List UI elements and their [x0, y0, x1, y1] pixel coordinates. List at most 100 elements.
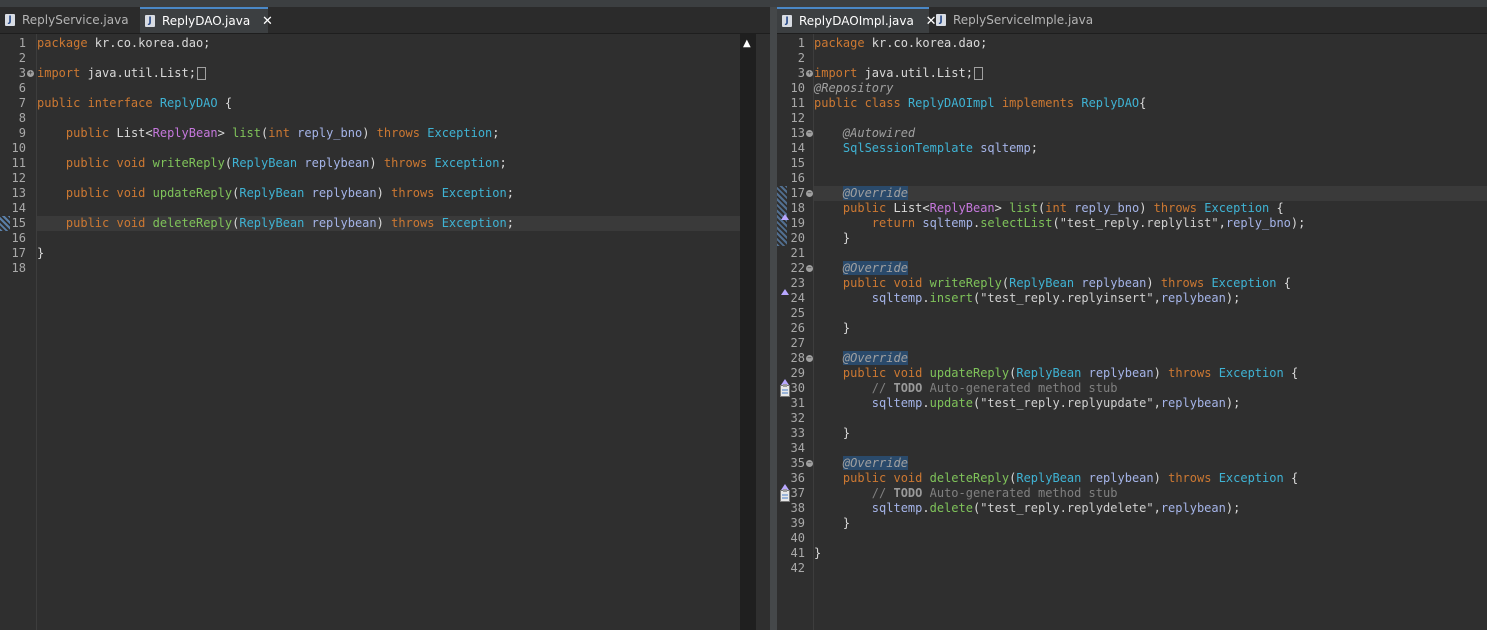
tab-label: ReplyService.java [22, 13, 129, 27]
code-line[interactable]: sqltemp.update("test_reply.replyupdate",… [814, 396, 1487, 411]
code-token: replybean [1160, 291, 1226, 305]
fold-expand-icon[interactable]: + [806, 70, 813, 77]
code-line[interactable] [814, 531, 1487, 546]
tab-replyservice[interactable]: J ReplyService.java [0, 7, 140, 33]
code-line[interactable]: } [814, 516, 1487, 531]
code-line[interactable]: @Override [814, 261, 1487, 276]
line-number: 12 [790, 111, 805, 125]
code-line[interactable]: @Override [814, 186, 1487, 201]
code-line[interactable]: } [37, 246, 740, 261]
code-line[interactable]: package kr.co.korea.dao; [37, 36, 740, 51]
line-number: 24 [790, 291, 805, 305]
close-icon[interactable]: ✕ [262, 10, 273, 34]
fold-collapse-icon[interactable]: − [806, 460, 813, 467]
code-line[interactable] [37, 51, 740, 66]
code-line[interactable] [37, 111, 740, 126]
code-line[interactable]: public List<ReplyBean> list(int reply_bn… [814, 201, 1487, 216]
code-line[interactable]: // TODO Auto-generated method stub [814, 381, 1487, 396]
left-code-area[interactable]: package kr.co.korea.dao; import java.util… [37, 34, 740, 630]
code-line[interactable]: public interface ReplyDAO { [37, 96, 740, 111]
fold-collapse-icon[interactable]: − [806, 265, 813, 272]
code-line[interactable]: @Override [814, 351, 1487, 366]
code-token: kr.co.korea.dao; [864, 36, 988, 50]
code-line[interactable]: SqlSessionTemplate sqltemp; [814, 141, 1487, 156]
code-line[interactable] [814, 306, 1487, 321]
line-number: 27 [790, 336, 805, 350]
folded-import-box-icon[interactable] [973, 67, 983, 80]
code-line[interactable] [37, 231, 740, 246]
code-line[interactable]: } [814, 546, 1487, 561]
code-line[interactable]: @Autowired [814, 126, 1487, 141]
code-line[interactable] [37, 141, 740, 156]
override-triangle-icon[interactable] [781, 280, 789, 295]
code-line[interactable] [37, 201, 740, 216]
code-line[interactable]: import java.util.List; [814, 66, 1487, 81]
tab-replydao[interactable]: J ReplyDAO.java ✕ [140, 7, 273, 33]
java-file-icon: J [936, 14, 946, 26]
code-line[interactable]: } [814, 231, 1487, 246]
line-number: 18 [11, 261, 26, 275]
code-line[interactable] [37, 261, 740, 276]
code-token: replybean [1160, 396, 1226, 410]
code-line[interactable]: sqltemp.insert("test_reply.replyinsert",… [814, 291, 1487, 306]
code-line[interactable]: return sqltemp.selectList("test_reply.re… [814, 216, 1487, 231]
code-line[interactable] [814, 336, 1487, 351]
task-clipboard-icon[interactable] [780, 487, 790, 502]
code-token: { [1283, 471, 1299, 485]
code-line[interactable] [814, 51, 1487, 66]
code-token: "test_reply.replyinsert" [980, 291, 1154, 305]
code-token: insert [929, 291, 973, 305]
code-line[interactable]: import java.util.List; [37, 66, 740, 81]
code-line[interactable]: public List<ReplyBean> list(int reply_bn… [37, 126, 740, 141]
code-line[interactable] [814, 171, 1487, 186]
code-token: public [65, 126, 110, 140]
tab-replydaoimpl[interactable]: J ReplyDAOImpl.java ✕ [777, 7, 937, 33]
code-line[interactable]: public class ReplyDAOImpl implements Rep… [814, 96, 1487, 111]
fold-collapse-icon[interactable]: − [806, 130, 813, 137]
code-line[interactable]: @Override [814, 456, 1487, 471]
code-token: // [871, 486, 894, 500]
task-clipboard-icon[interactable] [780, 382, 790, 397]
code-line[interactable]: public void deleteReply(ReplyBean replyb… [37, 216, 740, 231]
code-line[interactable] [814, 111, 1487, 126]
code-line[interactable]: // TODO Auto-generated method stub [814, 486, 1487, 501]
folded-import-box-icon[interactable] [196, 67, 206, 80]
left-code-editor[interactable]: 1 2 3 +6 7 8 9 10 11 12 13 14 15 16 17 18 package kr.co… [0, 34, 770, 630]
code-line[interactable] [814, 441, 1487, 456]
override-triangle-icon[interactable] [781, 370, 789, 385]
code-token: TODO [893, 486, 923, 500]
code-line[interactable]: public void deleteReply(ReplyBean replyb… [814, 471, 1487, 486]
code-line[interactable]: } [814, 321, 1487, 336]
code-line[interactable]: public void updateReply(ReplyBean replyb… [814, 366, 1487, 381]
tab-replyserviceimple[interactable]: J ReplyServiceImple.java [931, 7, 1093, 33]
code-line[interactable] [814, 246, 1487, 261]
right-code-area[interactable]: package kr.co.korea.dao; import java.util… [814, 34, 1487, 630]
editor-splitter[interactable] [770, 7, 777, 630]
right-code-editor[interactable]: 1 2 3 +10 11 12 13−14 15 16 17−18 19 20 21 22−23 24 25 2… [777, 34, 1487, 630]
code-line[interactable]: public void writeReply(ReplyBean replybe… [37, 156, 740, 171]
code-line[interactable]: public void writeReply(ReplyBean replybe… [814, 276, 1487, 291]
code-line[interactable]: } [814, 426, 1487, 441]
code-line[interactable] [37, 81, 740, 96]
left-vertical-scrollbar[interactable]: ▲ [740, 34, 756, 630]
code-line[interactable] [814, 156, 1487, 171]
fold-expand-icon[interactable]: + [27, 70, 34, 77]
code-line[interactable] [814, 411, 1487, 426]
fold-collapse-icon[interactable]: − [806, 355, 813, 362]
code-token: reply_bno [297, 126, 363, 140]
window-top-strip [0, 0, 1487, 7]
code-line[interactable]: public void updateReply(ReplyBean replyb… [37, 186, 740, 201]
override-triangle-icon[interactable] [781, 475, 789, 490]
scroll-up-arrow-icon[interactable]: ▲ [743, 38, 751, 49]
fold-collapse-icon[interactable]: − [806, 190, 813, 197]
code-line[interactable] [37, 171, 740, 186]
code-token: deleteReply [929, 471, 1010, 485]
code-line[interactable]: sqltemp.delete("test_reply.replydelete",… [814, 501, 1487, 516]
code-line[interactable]: @Repository [814, 81, 1487, 96]
code-line[interactable]: package kr.co.korea.dao; [814, 36, 1487, 51]
override-triangle-icon[interactable] [781, 205, 789, 220]
code-line[interactable] [814, 561, 1487, 576]
line-number: 16 [11, 231, 26, 245]
